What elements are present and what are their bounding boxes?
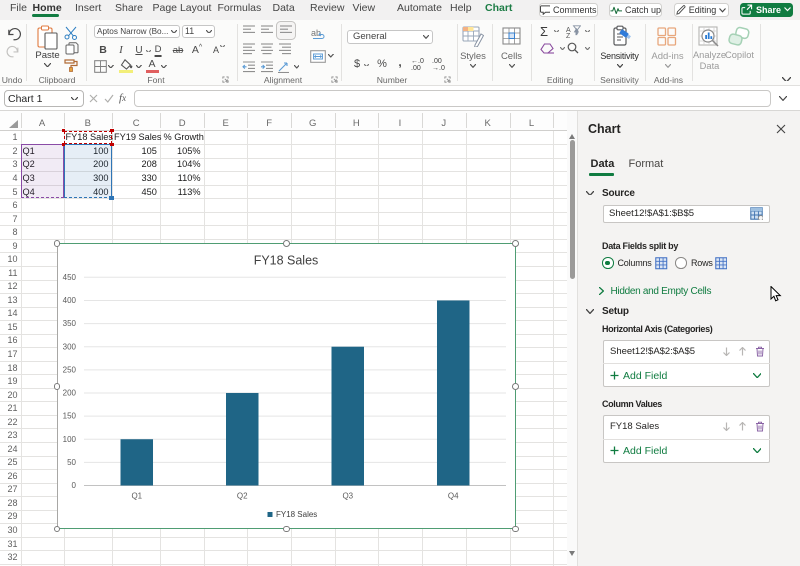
- svg-text:450: 450: [63, 273, 77, 282]
- svg-text:FY18 Sales: FY18 Sales: [254, 254, 319, 268]
- svg-text:FY18 Sales: FY18 Sales: [276, 510, 317, 519]
- svg-text:250: 250: [63, 366, 77, 375]
- svg-text:0: 0: [72, 481, 77, 490]
- svg-text:400: 400: [63, 296, 77, 305]
- svg-text:300: 300: [63, 343, 77, 352]
- svg-text:Z: Z: [566, 33, 571, 38]
- svg-text:50: 50: [67, 458, 76, 467]
- svg-text:Q2: Q2: [237, 492, 248, 501]
- svg-text:Q1: Q1: [131, 492, 142, 501]
- svg-text:Q3: Q3: [342, 492, 353, 501]
- svg-text:Q4: Q4: [448, 492, 459, 501]
- svg-text:200: 200: [63, 389, 77, 398]
- svg-text:350: 350: [63, 319, 77, 328]
- svg-text:100: 100: [63, 435, 77, 444]
- svg-text:150: 150: [63, 412, 77, 421]
